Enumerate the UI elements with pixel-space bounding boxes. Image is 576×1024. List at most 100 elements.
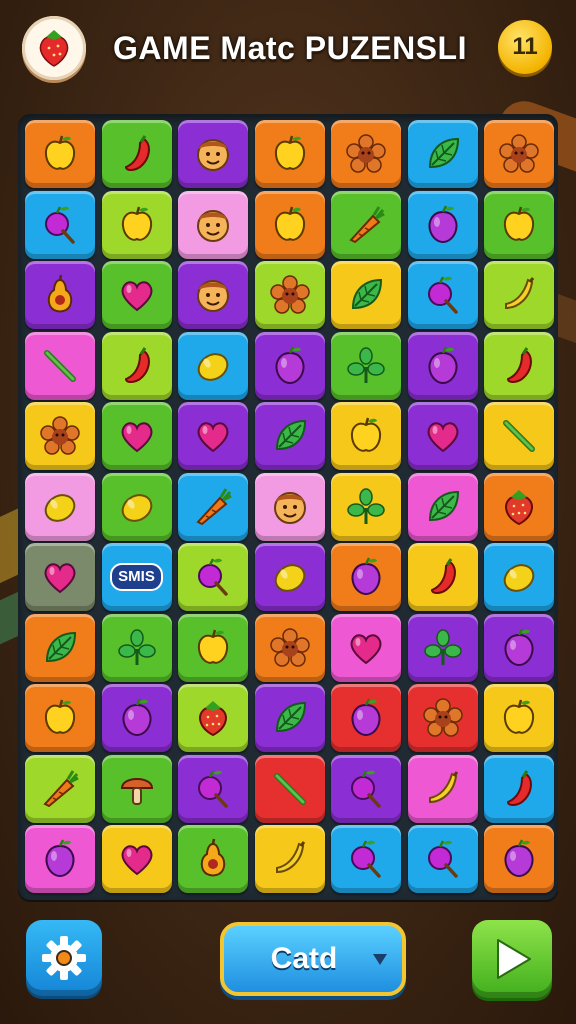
board-tile[interactable] (484, 472, 554, 541)
board-tile[interactable] (178, 684, 248, 752)
board-tile[interactable] (101, 190, 172, 259)
board-tile[interactable] (254, 402, 325, 470)
board-tile[interactable] (331, 613, 401, 682)
board-tile[interactable] (254, 754, 325, 823)
board-tile[interactable] (407, 472, 478, 541)
board-tile[interactable] (178, 472, 248, 541)
board-tile[interactable] (484, 402, 554, 470)
game-board: SMIS (18, 114, 558, 900)
board-tile[interactable] (407, 754, 478, 823)
apple-icon (274, 135, 305, 170)
board-tile[interactable] (484, 120, 554, 188)
board-tile[interactable] (254, 190, 325, 259)
board-tile[interactable] (484, 754, 554, 823)
board-tile[interactable] (407, 684, 478, 752)
board-tile[interactable] (254, 543, 325, 611)
board-tile[interactable] (178, 331, 248, 400)
board-tile[interactable] (101, 754, 172, 823)
strawberry-icon[interactable] (22, 16, 86, 80)
board-tile[interactable] (331, 261, 401, 329)
board-tile[interactable] (407, 190, 478, 259)
board-tile[interactable] (101, 825, 172, 893)
board-tile[interactable] (25, 754, 95, 823)
board-tile[interactable] (484, 261, 554, 329)
board-tile[interactable] (484, 613, 554, 682)
board-tile[interactable] (25, 261, 95, 329)
board-tile[interactable] (101, 613, 172, 682)
board-tile[interactable] (101, 472, 172, 541)
pear-icon (200, 838, 226, 877)
board-tile[interactable] (407, 120, 478, 188)
board-tile[interactable] (178, 825, 248, 893)
flower-icon (40, 416, 80, 455)
board-tile[interactable] (178, 754, 248, 823)
board-tile[interactable] (331, 472, 401, 541)
tile-badge-label: SMIS (110, 563, 163, 591)
flower-icon (499, 134, 539, 173)
board-tile[interactable] (407, 261, 478, 329)
leaf-icon (45, 631, 77, 662)
stick-icon (273, 772, 306, 805)
board-tile[interactable] (484, 543, 554, 611)
board-tile[interactable] (331, 331, 401, 400)
board-tile[interactable] (254, 120, 325, 188)
board-tile[interactable] (254, 684, 325, 752)
board-tile[interactable] (484, 825, 554, 893)
board-tile[interactable] (331, 402, 401, 470)
board-tile[interactable] (178, 190, 248, 259)
board-tile[interactable] (254, 613, 325, 682)
lemon-icon (274, 564, 305, 592)
board-tile[interactable] (407, 613, 478, 682)
board-tile[interactable] (331, 754, 401, 823)
board-tile[interactable] (484, 190, 554, 259)
play-button[interactable] (472, 920, 552, 998)
board-tile[interactable] (331, 825, 401, 893)
board-tile[interactable] (25, 331, 95, 400)
apple-icon (121, 206, 152, 241)
board-tile[interactable] (254, 261, 325, 329)
board-tile[interactable] (25, 613, 95, 682)
board-tile[interactable] (407, 331, 478, 400)
board-tile[interactable] (178, 261, 248, 329)
leaf-icon (275, 419, 306, 451)
board-tile[interactable] (101, 331, 172, 400)
board-tile[interactable] (178, 543, 248, 611)
clover-icon (347, 346, 385, 383)
lemon-icon (44, 493, 76, 522)
board-tile[interactable] (25, 684, 95, 752)
board-tile[interactable] (25, 472, 95, 541)
board-tile[interactable] (254, 472, 325, 541)
board-tile[interactable] (25, 402, 95, 470)
clover-icon (347, 487, 385, 524)
card-select-button[interactable]: Catd (220, 922, 406, 996)
board-tile[interactable] (178, 613, 248, 682)
board-tile[interactable] (484, 684, 554, 752)
board-tile[interactable] (331, 120, 401, 188)
board-tile[interactable] (101, 402, 172, 470)
board-tile[interactable] (178, 402, 248, 470)
board-tile[interactable] (254, 331, 325, 400)
board-tile[interactable] (101, 684, 172, 752)
board-tile[interactable] (331, 543, 401, 611)
settings-button[interactable] (26, 920, 102, 996)
board-tile[interactable]: SMIS (101, 543, 172, 611)
carrot-icon (349, 205, 385, 243)
board-tile[interactable] (407, 543, 478, 611)
board-tile[interactable] (101, 120, 172, 188)
board-tile[interactable] (25, 120, 95, 188)
board-tile[interactable] (101, 261, 172, 329)
board-tile[interactable] (331, 684, 401, 752)
heart-icon (121, 281, 152, 312)
card-select-label: Catd (270, 942, 338, 975)
board-tile[interactable] (25, 543, 95, 611)
board-tile[interactable] (331, 190, 401, 259)
clover-icon (423, 628, 462, 665)
board-tile[interactable] (484, 331, 554, 400)
board-tile[interactable] (25, 825, 95, 893)
board-tile[interactable] (254, 825, 325, 893)
board-tile[interactable] (178, 120, 248, 188)
cherry-icon (198, 769, 228, 808)
board-tile[interactable] (25, 190, 95, 259)
board-tile[interactable] (407, 402, 478, 470)
board-tile[interactable] (407, 825, 478, 893)
